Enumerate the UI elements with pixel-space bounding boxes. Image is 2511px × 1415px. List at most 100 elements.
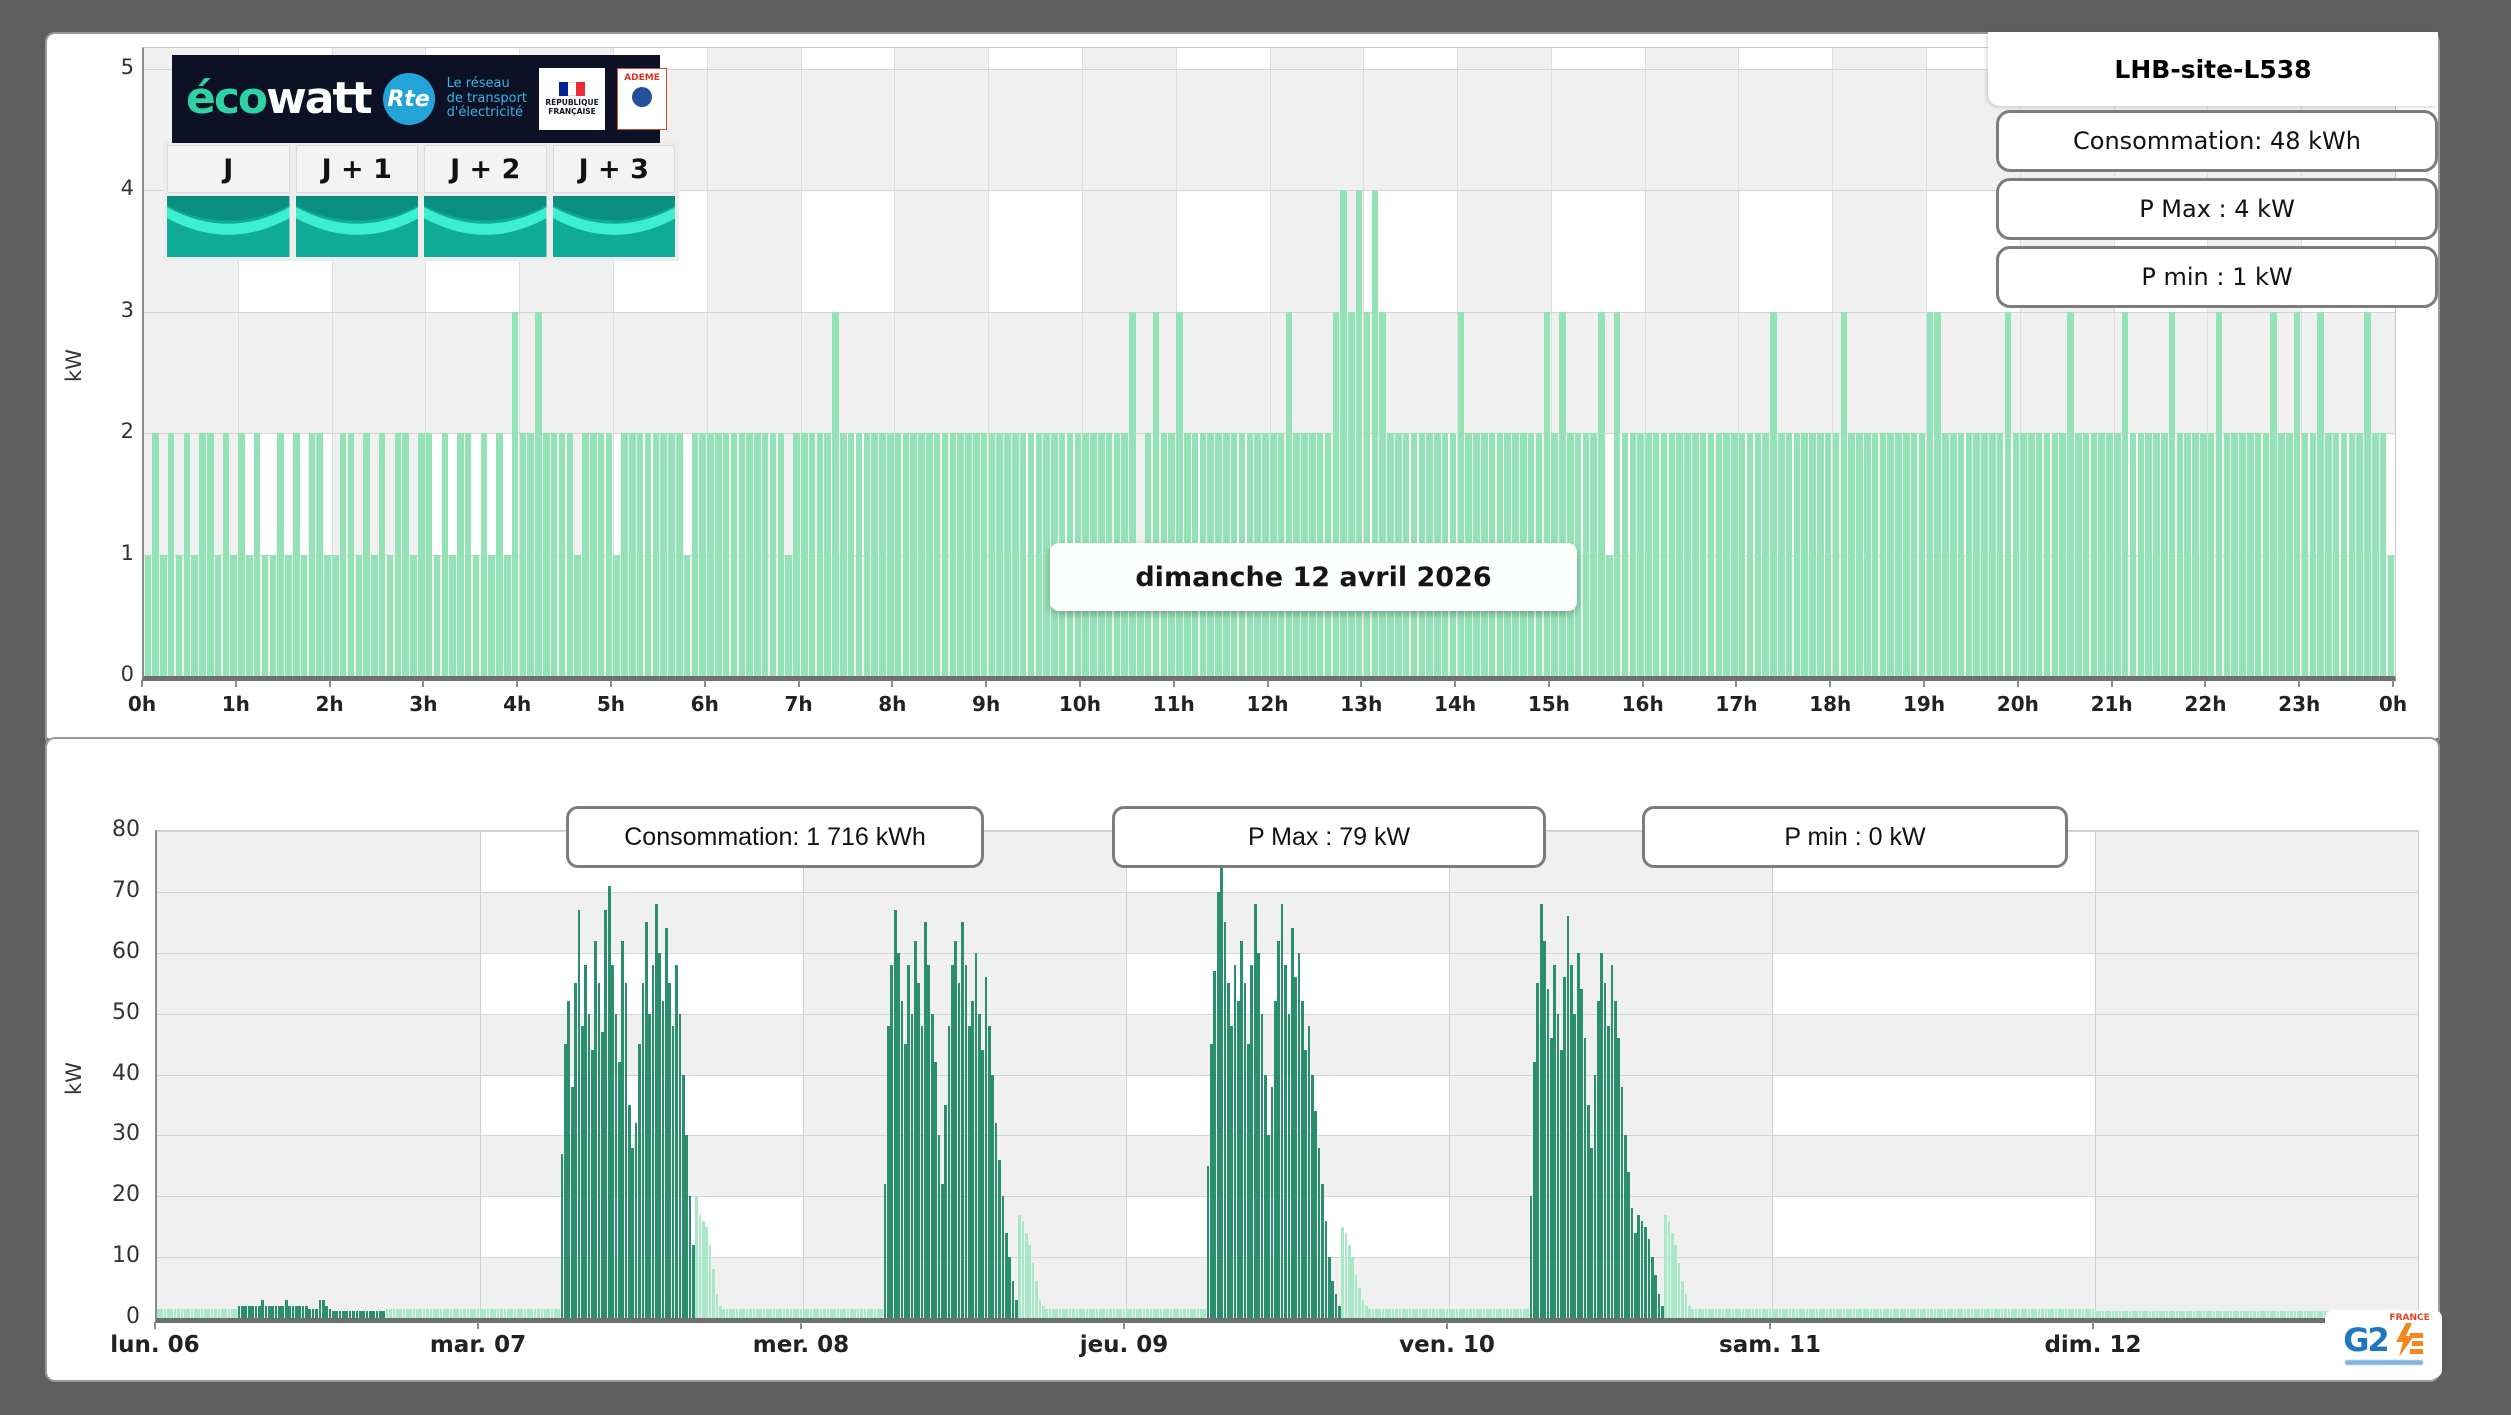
power-bar (1253, 904, 1257, 1318)
power-bar (799, 1308, 803, 1318)
kw-gridline (157, 952, 2418, 954)
power-bar (1980, 1308, 1984, 1318)
power-bar (2168, 311, 2176, 676)
power-bar (238, 433, 245, 676)
weekly-pmax-stat[interactable]: P Max : 79 kW (1112, 806, 1546, 868)
power-bar (2114, 433, 2121, 676)
power-bar (654, 904, 658, 1318)
power-bar (715, 433, 722, 676)
power-bar (2293, 311, 2301, 676)
power-bar (2276, 1310, 2280, 1318)
button-day-j2[interactable]: J + 2 (424, 145, 547, 257)
power-bar (2088, 1308, 2091, 1318)
power-bar (157, 1308, 160, 1318)
power-bar (1035, 1281, 1038, 1318)
power-bar (914, 940, 917, 1318)
power-bar (386, 554, 394, 676)
power-bar (880, 1308, 884, 1318)
power-bar (2075, 433, 2082, 676)
power-bar (204, 1308, 207, 1318)
power-bar (2054, 1308, 2058, 1318)
selected-date-label: dimanche 12 avril 2026 (1050, 543, 1577, 611)
y-axis-tick-label: 70 (112, 877, 140, 903)
power-bar (1953, 1308, 1957, 1318)
weekly-pmin-stat[interactable]: P min : 0 kW (1642, 806, 2068, 868)
power-bar (2219, 1310, 2223, 1318)
x-axis-tick-label: 2h (315, 692, 344, 716)
power-bar (284, 1299, 288, 1318)
power-bar (944, 1104, 947, 1318)
power-bar (1570, 964, 1573, 1318)
power-bar (590, 433, 597, 676)
power-bar (402, 1308, 406, 1318)
power-bar (2207, 433, 2215, 676)
power-bar (641, 983, 645, 1318)
power-bar (2152, 1310, 2155, 1318)
power-bar (2017, 1308, 2021, 1318)
button-day-j[interactable]: J (167, 145, 290, 257)
power-bar (940, 1184, 944, 1318)
x-axis-tick (1735, 680, 1738, 687)
daily-pmin-stat[interactable]: P min : 1 kW (1996, 246, 2438, 308)
power-bar (1129, 311, 1136, 676)
power-bar (617, 1062, 621, 1318)
x-axis-tick (985, 680, 988, 687)
power-bar (1660, 433, 1668, 676)
power-bar (405, 1308, 409, 1318)
power-bar (244, 1305, 248, 1318)
power-bar (1058, 1308, 1062, 1318)
power-bar (480, 1308, 483, 1318)
ecowatt-logo: écowatt Rte Le réseau de transport d'éle… (172, 55, 668, 143)
weekly-consumption-stat[interactable]: Consommation: 1 716 kWh (566, 806, 984, 868)
power-bar (1445, 1308, 1449, 1318)
power-bar (2176, 433, 2184, 676)
power-bar (601, 1031, 604, 1318)
power-bar (918, 433, 925, 676)
button-day-j3[interactable]: J + 3 (552, 145, 675, 257)
power-bar (1173, 1308, 1176, 1318)
power-bar (1684, 1293, 1688, 1318)
power-bar (234, 1308, 238, 1318)
power-bar (577, 910, 581, 1318)
power-bar (298, 1305, 301, 1318)
power-bar (2200, 433, 2207, 676)
power-bar (200, 1308, 204, 1318)
daily-consumption-stat[interactable]: Consommation: 48 kWh (1996, 110, 2438, 172)
power-bar (972, 433, 980, 676)
power-bar (752, 1308, 756, 1318)
power-bar (1903, 1308, 1906, 1318)
x-axis-tick-label: 11h (1152, 692, 1195, 716)
power-bar (2222, 1310, 2226, 1318)
power-bar (638, 1044, 641, 1318)
power-bar (1637, 1214, 1641, 1318)
power-bar (1132, 1308, 1136, 1318)
power-bar (372, 1310, 375, 1318)
power-bar (2034, 1308, 2038, 1318)
button-day-j1[interactable]: J + 1 (295, 145, 418, 257)
power-bar (268, 1305, 271, 1318)
power-bar (870, 1308, 873, 1318)
power-bar (1031, 1263, 1035, 1318)
power-bar (1798, 1308, 1802, 1318)
power-bar (1627, 1171, 1630, 1318)
ademe-logo: ADEME (617, 68, 668, 130)
power-bar (1506, 1308, 1509, 1318)
power-bar (808, 433, 816, 676)
power-bar (1028, 1244, 1032, 1318)
power-bar (1018, 1214, 1021, 1318)
power-bar (584, 964, 587, 1318)
power-bar (1226, 983, 1230, 1318)
power-bar (1247, 1044, 1250, 1318)
power-bar (570, 1086, 574, 1318)
ecowatt-gauge-green-j2 (424, 196, 547, 257)
power-bar (1580, 989, 1583, 1318)
power-bar (1395, 1308, 1398, 1318)
power-bar (2387, 554, 2395, 676)
power-bar (1129, 1308, 1133, 1318)
power-bar (1004, 433, 1011, 676)
daily-pmax-stat[interactable]: P Max : 4 kW (1996, 178, 2438, 240)
power-bar (1849, 1308, 1853, 1318)
power-bar (567, 1001, 571, 1318)
power-bar (257, 1305, 261, 1318)
power-bar (2061, 1308, 2064, 1318)
